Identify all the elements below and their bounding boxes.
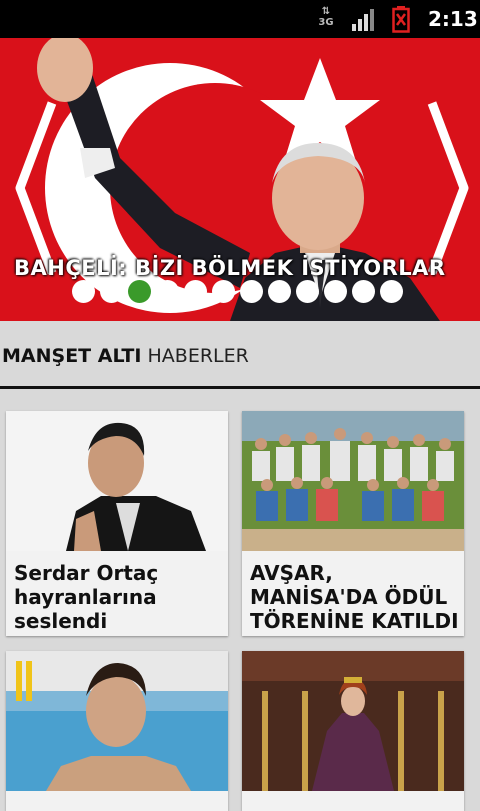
section-title: MANŞET ALTI HABERLER <box>2 345 249 367</box>
news-thumbnail <box>6 651 228 791</box>
previous-arrow-icon[interactable] <box>12 98 58 278</box>
news-thumbnail <box>6 411 228 551</box>
pagination-dot[interactable] <box>100 280 123 303</box>
status-bar: ⇅ 3G 2:13 <box>0 0 480 38</box>
pagination-dot[interactable] <box>380 280 403 303</box>
section-header: MANŞET ALTI HABERLER <box>0 321 480 389</box>
clock: 2:13 <box>428 7 478 31</box>
section-title-light: HABERLER <box>147 345 249 367</box>
battery-low-icon <box>392 6 410 33</box>
news-card[interactable]: Serdar Ortaç hayranlarına seslendi <box>6 411 228 636</box>
news-card[interactable] <box>242 651 464 811</box>
pagination-dot[interactable] <box>72 280 95 303</box>
pagination-dot[interactable] <box>212 280 235 303</box>
news-headline[interactable]: Serdar Ortaç hayranlarına seslendi <box>14 561 224 633</box>
news-card[interactable] <box>6 651 228 811</box>
pagination-dot[interactable] <box>268 280 291 303</box>
news-thumbnail <box>242 411 464 551</box>
headline-title[interactable]: BAHÇELİ: BİZİ BÖLMEK İSTİYORLAR <box>14 256 446 280</box>
pagination-dot[interactable] <box>184 280 207 303</box>
news-card[interactable]: AVŞAR, MANİSA'DA ÖDÜL TÖRENİNE KATILDI <box>242 411 464 636</box>
pagination-dot[interactable] <box>240 280 263 303</box>
signal-strength-icon <box>352 9 374 31</box>
pagination-dot[interactable] <box>156 280 179 303</box>
pagination-dot[interactable] <box>324 280 347 303</box>
pagination-dot-active[interactable] <box>128 280 151 303</box>
news-headline[interactable]: AVŞAR, MANİSA'DA ÖDÜL TÖRENİNE KATILDI <box>250 561 460 633</box>
news-thumbnail <box>242 651 464 791</box>
pagination-dot[interactable] <box>352 280 375 303</box>
news-grid: Serdar Ortaç hayranlarına seslendi AVŞAR… <box>0 389 480 811</box>
next-arrow-icon[interactable] <box>426 98 472 278</box>
network-3g-icon: ⇅ 3G <box>318 6 334 28</box>
headline-slider[interactable]: BAHÇELİ: BİZİ BÖLMEK İSTİYORLAR <box>0 38 480 321</box>
slider-pagination[interactable] <box>72 280 403 304</box>
section-title-bold: MANŞET ALTI <box>2 345 142 367</box>
pagination-dot[interactable] <box>296 280 319 303</box>
